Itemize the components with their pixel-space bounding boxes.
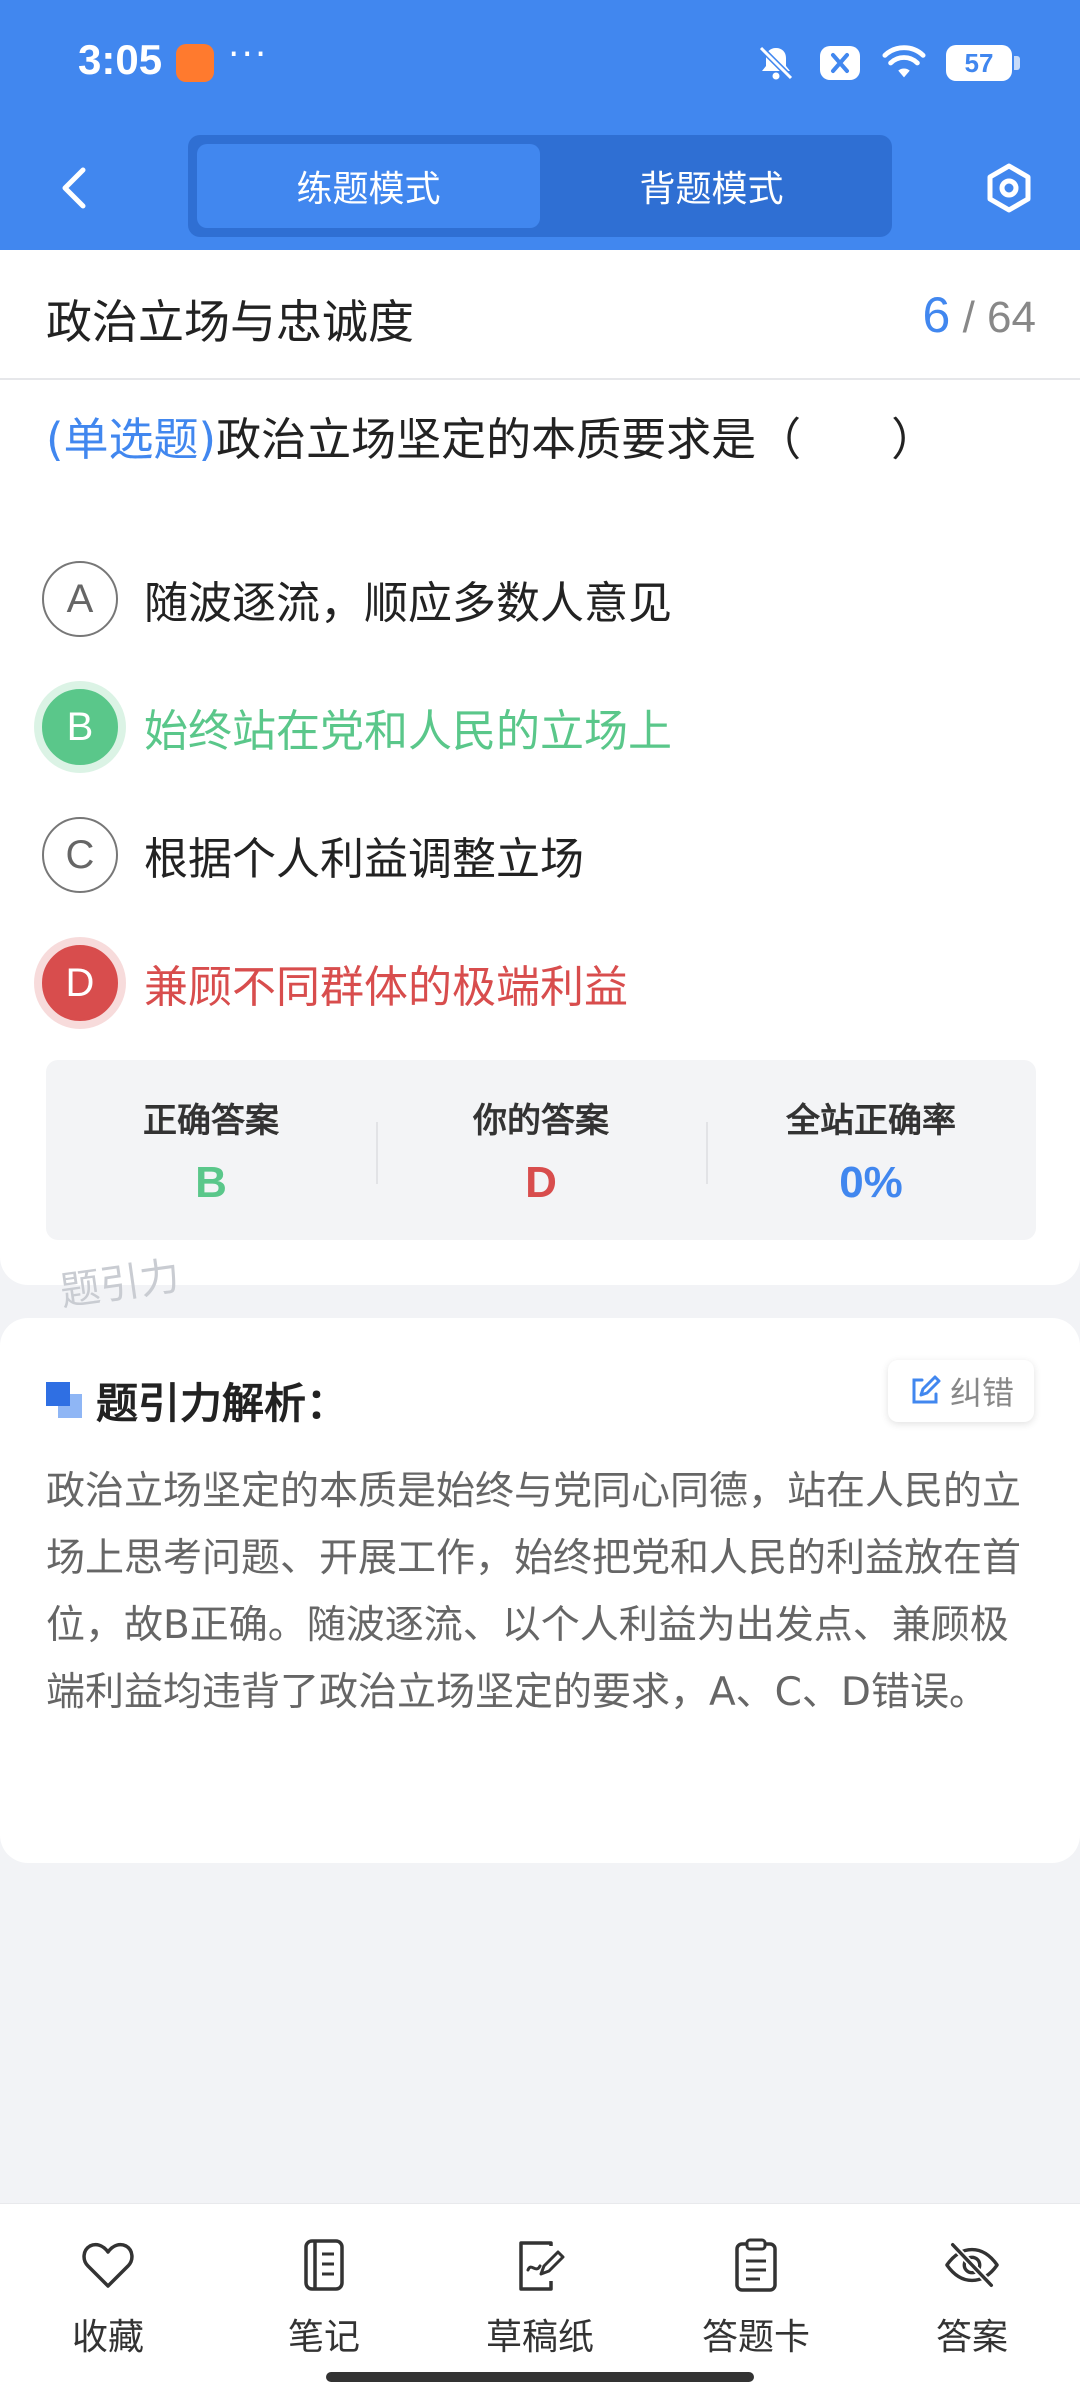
correct-answer-label: 正确答案 bbox=[143, 1100, 279, 1141]
progress-separator: / bbox=[962, 293, 975, 342]
question-card: 政治立场与忠诚度 6 / 64 (单选题)政治立场坚定的本质要求是（ ） A 随… bbox=[0, 250, 1080, 1285]
clipboard-icon bbox=[727, 2236, 785, 2294]
tab-practice-mode[interactable]: 练题模式 bbox=[197, 144, 540, 228]
report-error-label: 纠错 bbox=[949, 1374, 1014, 1412]
edit-icon bbox=[912, 1375, 941, 1404]
correct-answer-col: 正确答案 B bbox=[46, 1060, 376, 1240]
more-notifications-icon: ··· bbox=[228, 34, 269, 75]
option-d[interactable]: D 兼顾不同群体的极端利益 bbox=[42, 919, 1042, 1047]
option-text: 始终站在党和人民的立场上 bbox=[144, 706, 672, 757]
question-type: (单选题) bbox=[46, 413, 217, 466]
settings-button[interactable] bbox=[974, 153, 1044, 223]
your-answer-label: 你的答案 bbox=[473, 1100, 609, 1141]
option-text: 兼顾不同群体的极端利益 bbox=[144, 962, 628, 1013]
option-letter: D bbox=[42, 945, 118, 1021]
nav-bar: 练题模式 背题模式 bbox=[0, 125, 1080, 250]
settings-hexagon-icon bbox=[987, 163, 1031, 213]
favorite-button[interactable]: 收藏 bbox=[0, 2204, 216, 2364]
answer-card-button[interactable]: 答题卡 bbox=[648, 2204, 864, 2364]
option-text: 随波逐流，顺应多数人意见 bbox=[144, 578, 672, 629]
option-c[interactable]: C 根据个人利益调整立场 bbox=[42, 791, 1042, 919]
option-a[interactable]: A 随波逐流，顺应多数人意见 bbox=[42, 535, 1042, 663]
home-indicator[interactable] bbox=[326, 2372, 754, 2382]
total-questions: 64 bbox=[987, 293, 1036, 342]
chapter-title: 政治立场与忠诚度 bbox=[46, 295, 414, 349]
show-answer-label: 答案 bbox=[935, 2317, 1008, 2358]
notebook-icon bbox=[295, 2236, 353, 2294]
back-button[interactable] bbox=[40, 153, 110, 223]
report-error-button[interactable]: 纠错 bbox=[887, 1360, 1034, 1422]
options-list: A 随波逐流，顺应多数人意见 B 始终站在党和人民的立场上 C 根据个人利益调整… bbox=[42, 535, 1042, 1047]
analysis-squares-icon bbox=[46, 1382, 82, 1418]
correct-answer-value: B bbox=[195, 1157, 227, 1207]
notes-button[interactable]: 笔记 bbox=[216, 2204, 432, 2364]
current-question-number: 6 bbox=[922, 287, 951, 343]
option-letter: C bbox=[42, 817, 118, 893]
question-text: 政治立场坚定的本质要求是（ ） bbox=[216, 413, 937, 466]
chapter-row: 政治立场与忠诚度 6 / 64 bbox=[0, 250, 1080, 380]
option-text: 根据个人利益调整立场 bbox=[144, 834, 584, 885]
show-answer-button[interactable]: 答案 bbox=[864, 2204, 1080, 2364]
option-b[interactable]: B 始终站在党和人民的立场上 bbox=[42, 663, 1042, 791]
analysis-title: 题引力解析： bbox=[96, 1378, 349, 1428]
accuracy-rate-label: 全站正确率 bbox=[786, 1100, 956, 1141]
draft-paper-label: 草稿纸 bbox=[485, 2317, 594, 2358]
mode-switch: 练题模式 背题模式 bbox=[188, 135, 892, 237]
accuracy-rate-col: 全站正确率 0% bbox=[706, 1060, 1036, 1240]
notes-label: 笔记 bbox=[287, 2317, 360, 2358]
analysis-text: 政治立场坚定的本质是始终与党同心同德，站在人民的立场上思考问题、开展工作，始终把… bbox=[46, 1469, 1022, 1715]
option-letter: A bbox=[42, 561, 118, 637]
app-header: 3:05 ··· 57 练题模式 背题模式 bbox=[0, 0, 1080, 250]
heart-icon bbox=[79, 2236, 137, 2294]
your-answer-value: D bbox=[525, 1157, 557, 1207]
status-time: 3:05 bbox=[78, 36, 163, 83]
analysis-card: 题引力解析： 纠错 政治立场坚定的本质是始终与党同心同德，站在人民的立场上思考问… bbox=[0, 1318, 1080, 1863]
question-stem: (单选题)政治立场坚定的本质要求是（ ） bbox=[46, 408, 1046, 472]
mute-bell-icon bbox=[754, 41, 798, 85]
status-bar: 3:05 ··· 57 bbox=[0, 0, 1080, 125]
tab-memorize-mode[interactable]: 背题模式 bbox=[540, 144, 883, 228]
favorite-label: 收藏 bbox=[71, 2317, 144, 2358]
chevron-left-icon bbox=[62, 167, 86, 209]
eye-off-icon bbox=[943, 2236, 1001, 2294]
status-icons: 57 bbox=[754, 40, 1020, 86]
option-letter: B bbox=[42, 689, 118, 765]
question-progress: 6 / 64 bbox=[923, 286, 1036, 344]
analysis-header: 题引力解析： bbox=[46, 1370, 348, 1430]
draft-paper-button[interactable]: 草稿纸 bbox=[432, 2204, 648, 2364]
battery-icon: 57 bbox=[946, 45, 1020, 81]
bottom-toolbar: 收藏 笔记 草稿纸 答题卡 答案 bbox=[0, 2203, 1080, 2400]
accuracy-rate-value: 0% bbox=[839, 1157, 903, 1207]
close-box-icon bbox=[818, 41, 862, 85]
wifi-icon bbox=[882, 41, 926, 85]
app-notification-icon bbox=[176, 44, 214, 82]
answer-summary: 正确答案 B 你的答案 D 全站正确率 0% bbox=[46, 1060, 1036, 1240]
answer-card-label: 答题卡 bbox=[701, 2317, 810, 2358]
your-answer-col: 你的答案 D bbox=[376, 1060, 706, 1240]
draft-paper-icon bbox=[511, 2236, 569, 2294]
